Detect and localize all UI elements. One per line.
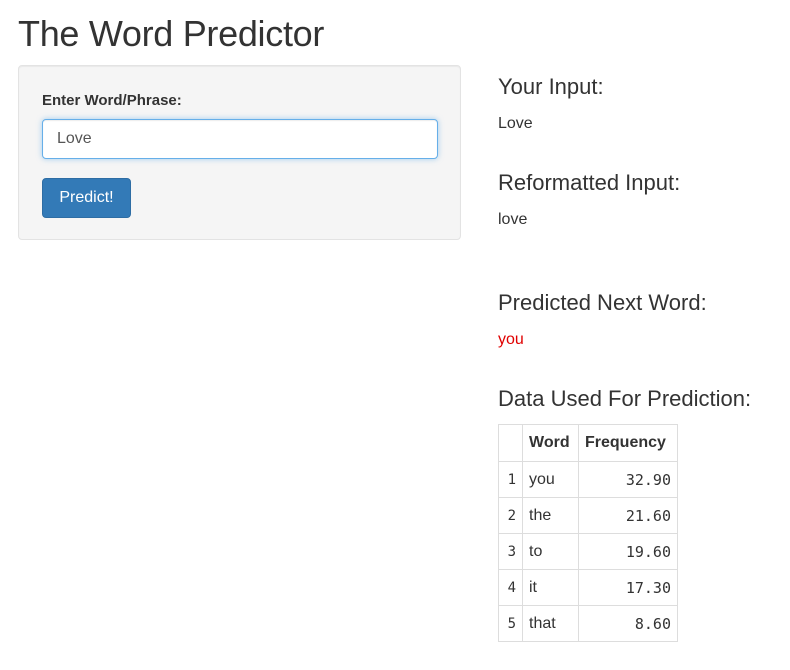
- row-word: that: [522, 605, 579, 642]
- phrase-input[interactable]: [42, 119, 438, 159]
- row-frequency: 32.90: [578, 461, 678, 498]
- page: The Word Predictor Enter Word/Phrase: Pr…: [0, 0, 790, 670]
- prediction-data-heading: Data Used For Prediction:: [498, 386, 752, 411]
- table-row: 1 you 32.90: [498, 461, 678, 498]
- column-header-index: [498, 424, 523, 462]
- predicted-word-value: you: [498, 331, 524, 348]
- table-row: 4 it 17.30: [498, 569, 678, 606]
- page-title: The Word Predictor: [18, 13, 325, 54]
- column-header-word: Word: [522, 424, 579, 462]
- row-frequency: 19.60: [578, 533, 678, 570]
- row-index: 5: [498, 605, 523, 642]
- predict-button[interactable]: Predict!: [42, 178, 131, 218]
- prediction-data-table: Word Frequency 1 you 32.90 2 the 21.60 3…: [498, 424, 678, 642]
- row-frequency: 8.60: [578, 605, 678, 642]
- table-row: 5 that 8.60: [498, 605, 678, 642]
- column-header-frequency: Frequency: [578, 424, 678, 462]
- predicted-word-heading: Predicted Next Word:: [498, 290, 707, 315]
- row-word: to: [522, 533, 579, 570]
- row-index: 1: [498, 461, 523, 498]
- reformatted-input-heading: Reformatted Input:: [498, 170, 681, 195]
- row-index: 2: [498, 497, 523, 534]
- reformatted-input-value: love: [498, 211, 528, 228]
- row-word: you: [522, 461, 579, 498]
- table-row: 2 the 21.60: [498, 497, 678, 534]
- row-frequency: 17.30: [578, 569, 678, 606]
- your-input-value: Love: [498, 115, 533, 132]
- table-row: 3 to 19.60: [498, 533, 678, 570]
- input-panel: Enter Word/Phrase: Predict!: [18, 65, 461, 240]
- row-word: it: [522, 569, 579, 606]
- row-index: 3: [498, 533, 523, 570]
- input-label: Enter Word/Phrase:: [42, 92, 182, 109]
- row-frequency: 21.60: [578, 497, 678, 534]
- row-word: the: [522, 497, 579, 534]
- row-index: 4: [498, 569, 523, 606]
- your-input-heading: Your Input:: [498, 74, 604, 99]
- table-header-row: Word Frequency: [498, 424, 678, 462]
